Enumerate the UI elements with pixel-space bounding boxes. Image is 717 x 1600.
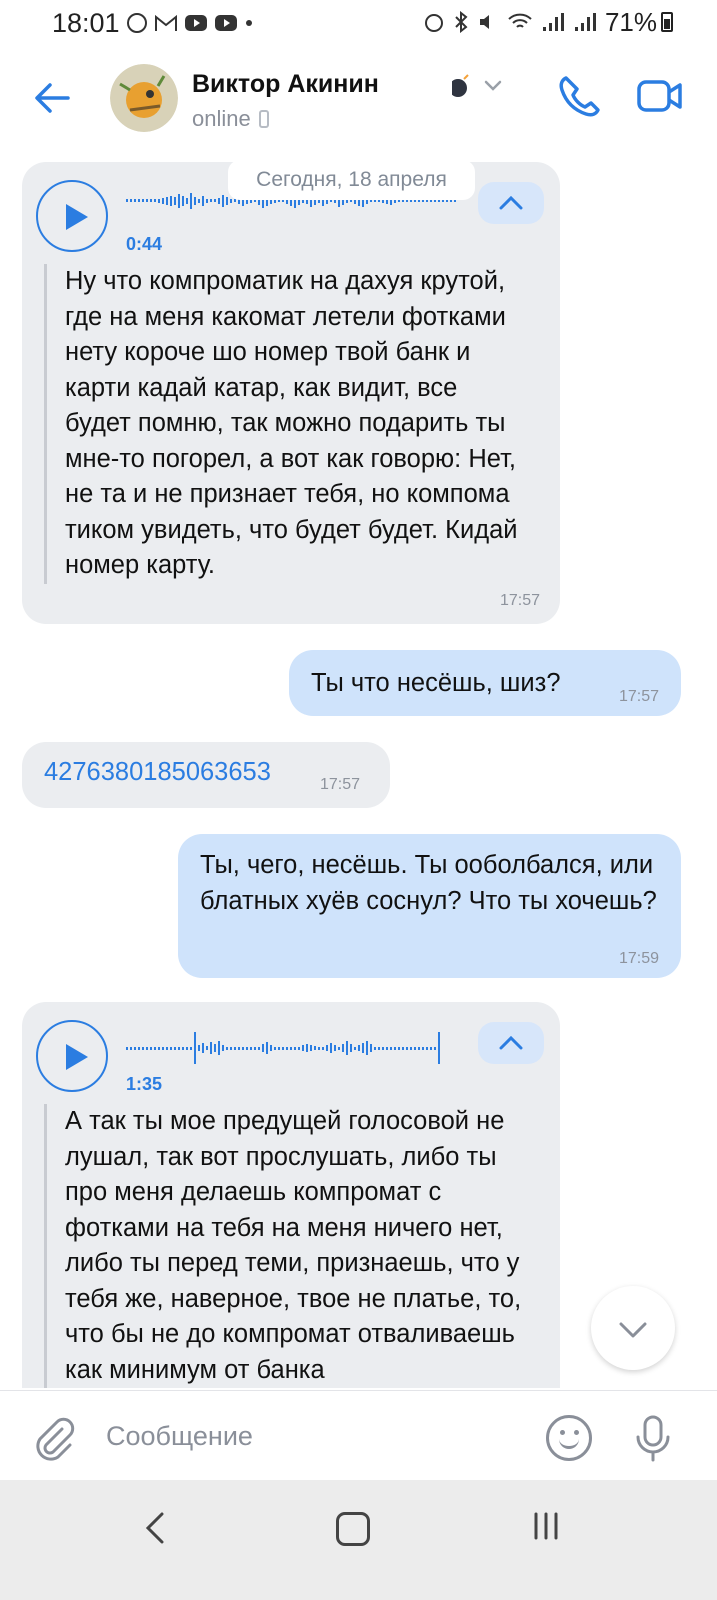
outgoing-message-bubble: Ты, чего, несёшь. Ты ооболбался, или бла… [178,834,681,978]
contact-name[interactable]: Виктор Акинин [192,70,379,99]
youtube-icon [215,15,237,31]
dot-icon [246,20,252,26]
message-time: 17:57 [499,592,540,609]
attach-icon[interactable] [32,1417,76,1461]
voice-transcript: А так ты мое предущей голосовой не лушал… [44,1104,527,1388]
nav-recent-apps-icon[interactable] [532,1510,560,1542]
youtube-icon [185,15,207,31]
status-time: 18:01 [52,8,120,38]
collapse-transcript-button[interactable] [478,182,544,224]
system-navigation-bar [0,1480,717,1600]
online-status: online [192,106,269,132]
card-number-link[interactable]: 4276380185063653 [44,758,271,787]
notification-icons [126,10,254,36]
wifi-icon [508,13,532,28]
back-arrow-icon[interactable] [30,76,74,120]
microphone-icon[interactable] [630,1413,676,1463]
date-chip: Сегодня, 18 апреля [228,160,475,200]
waveform[interactable] [126,1032,462,1066]
alarm-icon [424,14,443,32]
chat-header: Виктор Акинин online [0,46,717,149]
nav-back-icon[interactable] [140,1510,168,1546]
message-time: 17:57 [618,688,659,705]
message-time: 17:57 [320,776,361,793]
chevron-down-icon [619,1322,647,1338]
message-composer: Сообщение [0,1390,717,1487]
scroll-to-bottom-button[interactable] [591,1286,675,1370]
message-input[interactable]: Сообщение [106,1421,253,1452]
emoji-icon[interactable] [546,1415,592,1461]
status-bar: 18:01 71% [0,0,717,46]
chevron-up-icon [499,195,523,210]
chevron-down-icon[interactable] [452,74,512,104]
avatar[interactable] [110,64,178,132]
message-time: 17:59 [618,950,659,967]
play-icon[interactable] [36,180,108,252]
collapse-transcript-button[interactable] [478,1022,544,1064]
voice-transcript: Ну что компроматик на дахуя крутой, где … [44,264,525,584]
gmail-icon [155,14,177,31]
status-text: online [192,106,251,131]
outgoing-message-bubble: Ты что несёшь, шиз? 17:57 [289,650,681,716]
chevron-up-icon [499,1035,523,1050]
mute-icon [479,15,489,29]
voice-duration: 0:44 [126,234,163,254]
mobile-icon [258,110,269,128]
bluetooth-icon [455,11,468,33]
signal-icon [574,13,596,31]
signal-icon [542,13,564,31]
message-list[interactable]: 0:44 Ну что компроматик на дахуя крутой,… [0,148,717,1388]
voice-message-bubble: 0:44 Ну что компроматик на дахуя крутой,… [22,162,560,624]
video-call-icon[interactable] [636,76,684,116]
voice-message-bubble: 1:35 А так ты мое предущей голосовой не … [22,1002,560,1388]
message-text: Ты что несёшь, шиз? [311,669,561,697]
play-icon[interactable] [36,1020,108,1092]
voice-duration: 1:35 [126,1074,163,1094]
whatsapp-icon [127,13,147,33]
message-text: Ты, чего, несёшь. Ты ооболбался, или бла… [200,851,657,915]
nav-home-icon[interactable] [336,1512,370,1546]
battery-percentage: 71% [604,6,657,37]
system-icons: 71% [423,6,657,37]
battery-icon [661,12,673,32]
incoming-message-bubble: 4276380185063653 17:57 [22,742,390,808]
phone-call-icon[interactable] [556,72,604,120]
